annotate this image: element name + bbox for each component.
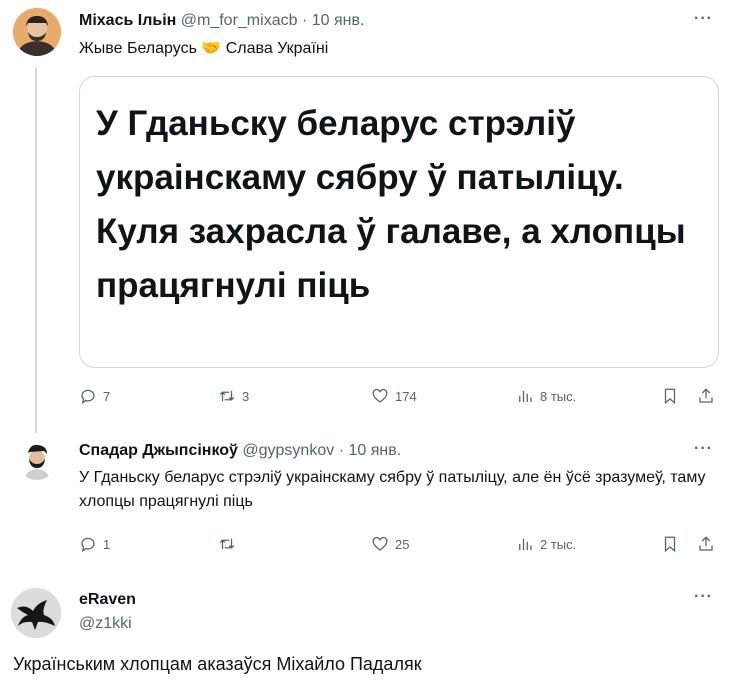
views-count: 8 тыс.: [540, 388, 577, 404]
action-bar: 7 3 174 8 тыс.: [79, 387, 719, 409]
avatar[interactable]: [11, 588, 61, 638]
views-count: 2 тыс.: [540, 536, 577, 552]
tweet-handle-row: @z1kki: [79, 615, 132, 633]
reply-button[interactable]: 1: [79, 535, 110, 553]
retweet-button[interactable]: 3: [218, 387, 249, 405]
author-name[interactable]: Міхась Ільін: [79, 12, 176, 29]
reply-button[interactable]: 7: [79, 387, 110, 405]
views-button[interactable]: 8 тыс.: [516, 387, 576, 405]
more-icon[interactable]: ···: [694, 10, 713, 28]
share-button[interactable]: [697, 387, 715, 410]
action-bar: 1 25 2 тыс.: [79, 535, 719, 557]
like-icon: [372, 536, 388, 551]
tweet-text: У Гданьску беларус стрэліў украінскаму с…: [79, 469, 706, 510]
reply-icon: [81, 389, 95, 405]
tweet-header: eRaven: [79, 591, 136, 609]
handshake-emoji: 🤝: [201, 40, 222, 57]
tweet-text: Жыве Беларусь 🤝 Слава Україні: [79, 37, 328, 61]
retweet-button[interactable]: [218, 535, 242, 553]
media-card[interactable]: У Гданьску беларус стрэліў украінскаму с…: [79, 76, 719, 368]
bookmark-button[interactable]: [661, 387, 679, 410]
avatar[interactable]: [13, 8, 61, 56]
author-name[interactable]: eRaven: [79, 591, 136, 608]
separator: ·: [301, 12, 308, 29]
reply-count: 1: [103, 536, 111, 552]
tweet-text-part1: Жыве Беларусь: [79, 40, 197, 57]
author-handle[interactable]: @m_for_mixacb: [181, 12, 298, 29]
like-button[interactable]: 25: [371, 535, 409, 553]
share-button[interactable]: [697, 535, 715, 558]
tweet-date[interactable]: 10 янв.: [348, 442, 401, 459]
tweet-text-part2: Слава Україні: [225, 40, 329, 57]
like-count: 174: [395, 388, 417, 404]
like-button[interactable]: 174: [371, 387, 417, 405]
share-icon: [699, 536, 713, 551]
tweet-date[interactable]: 10 янв.: [312, 12, 365, 29]
retweet-icon: [219, 538, 235, 550]
author-name[interactable]: Спадар Джыпсінкоў: [79, 442, 238, 459]
views-icon: [519, 538, 532, 550]
author-handle[interactable]: @z1kki: [79, 615, 132, 632]
retweet-count: 3: [242, 388, 250, 404]
bookmark-button[interactable]: [661, 535, 679, 558]
tweet-text: Українським хлопцам аказаўся Міхайло Пад…: [13, 654, 422, 674]
tweet-header: Міхась Ільін @m_for_mixacb · 10 янв.: [79, 12, 364, 30]
card-headline: У Гданьску беларус стрэліў украінскаму с…: [96, 104, 686, 305]
separator: ·: [338, 442, 345, 459]
thread-connector-line: [35, 68, 37, 433]
views-icon: [519, 390, 532, 402]
avatar[interactable]: [17, 440, 57, 480]
more-icon[interactable]: ···: [694, 588, 713, 606]
more-icon[interactable]: ···: [694, 440, 713, 458]
like-icon: [372, 388, 388, 403]
tweet-header: Спадар Джыпсінкоў @gypsynkov · 10 янв.: [79, 442, 401, 460]
author-handle[interactable]: @gypsynkov: [242, 442, 334, 459]
like-count: 25: [395, 536, 410, 552]
retweet-icon: [219, 390, 235, 402]
views-button[interactable]: 2 тыс.: [516, 535, 576, 553]
bookmark-icon: [664, 388, 676, 405]
bookmark-icon: [664, 536, 676, 553]
reply-icon: [81, 537, 95, 553]
share-icon: [699, 388, 713, 403]
reply-count: 7: [103, 388, 111, 404]
